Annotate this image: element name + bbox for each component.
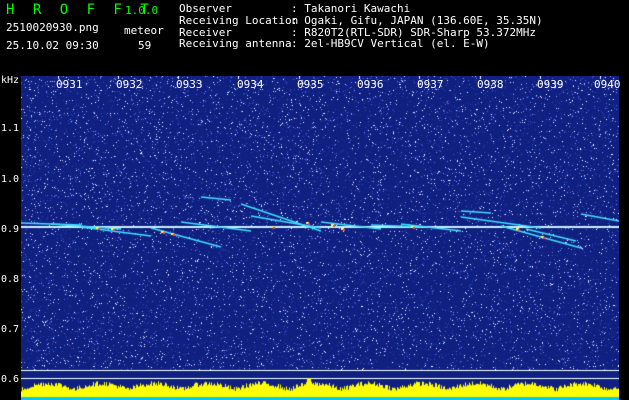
info-key: Receiving antenna [179, 37, 292, 51]
date-time: 25.10.02 09:30 [6, 39, 99, 52]
time-label-0931: 0931 [56, 78, 83, 91]
info-key: Receiving Location [179, 13, 299, 27]
info-row-location: Receiving Location: Ogaki, Gifu, JAPAN (… [179, 13, 543, 27]
app-version: 1.0.0 [125, 4, 159, 17]
time-label-0933: 0933 [176, 78, 203, 91]
meteor-count: 59 [138, 39, 152, 52]
station-info: Observer: Takanori Kawachi Receiving Loc… [179, 3, 543, 50]
file-name: 2510020930.png [6, 21, 99, 34]
frequency-unit: kHz [1, 75, 20, 86]
time-label-0939: 0939 [537, 78, 564, 91]
freq-label-1.0: 1.0 [1, 174, 20, 185]
spectrogram [21, 76, 619, 400]
time-label-0936: 0936 [357, 78, 384, 91]
time-label-0938: 0938 [477, 78, 504, 91]
time-label-0935: 0935 [297, 78, 324, 91]
info-value: : 2el-HB9CV Vertical (el. E-W) [291, 37, 490, 51]
info-row-antenna: Receiving antenna: 2el-HB9CV Vertical (e… [179, 38, 543, 50]
freq-label-0.6: 0.6 [1, 374, 20, 385]
freq-label-1.1: 1.1 [1, 123, 20, 134]
freq-label-0.9: 0.9 [1, 224, 20, 235]
info-value: : Ogaki, Gifu, JAPAN (136.60E, 35.35N) [291, 13, 543, 27]
freq-label-0.7: 0.7 [1, 324, 20, 335]
meteor-label: meteor [124, 24, 164, 37]
time-label-0932: 0932 [116, 78, 143, 91]
freq-label-0.8: 0.8 [1, 274, 20, 285]
time-label-0940: 0940 [594, 78, 621, 91]
time-label-0934: 0934 [237, 78, 264, 91]
time-label-0937: 0937 [417, 78, 444, 91]
